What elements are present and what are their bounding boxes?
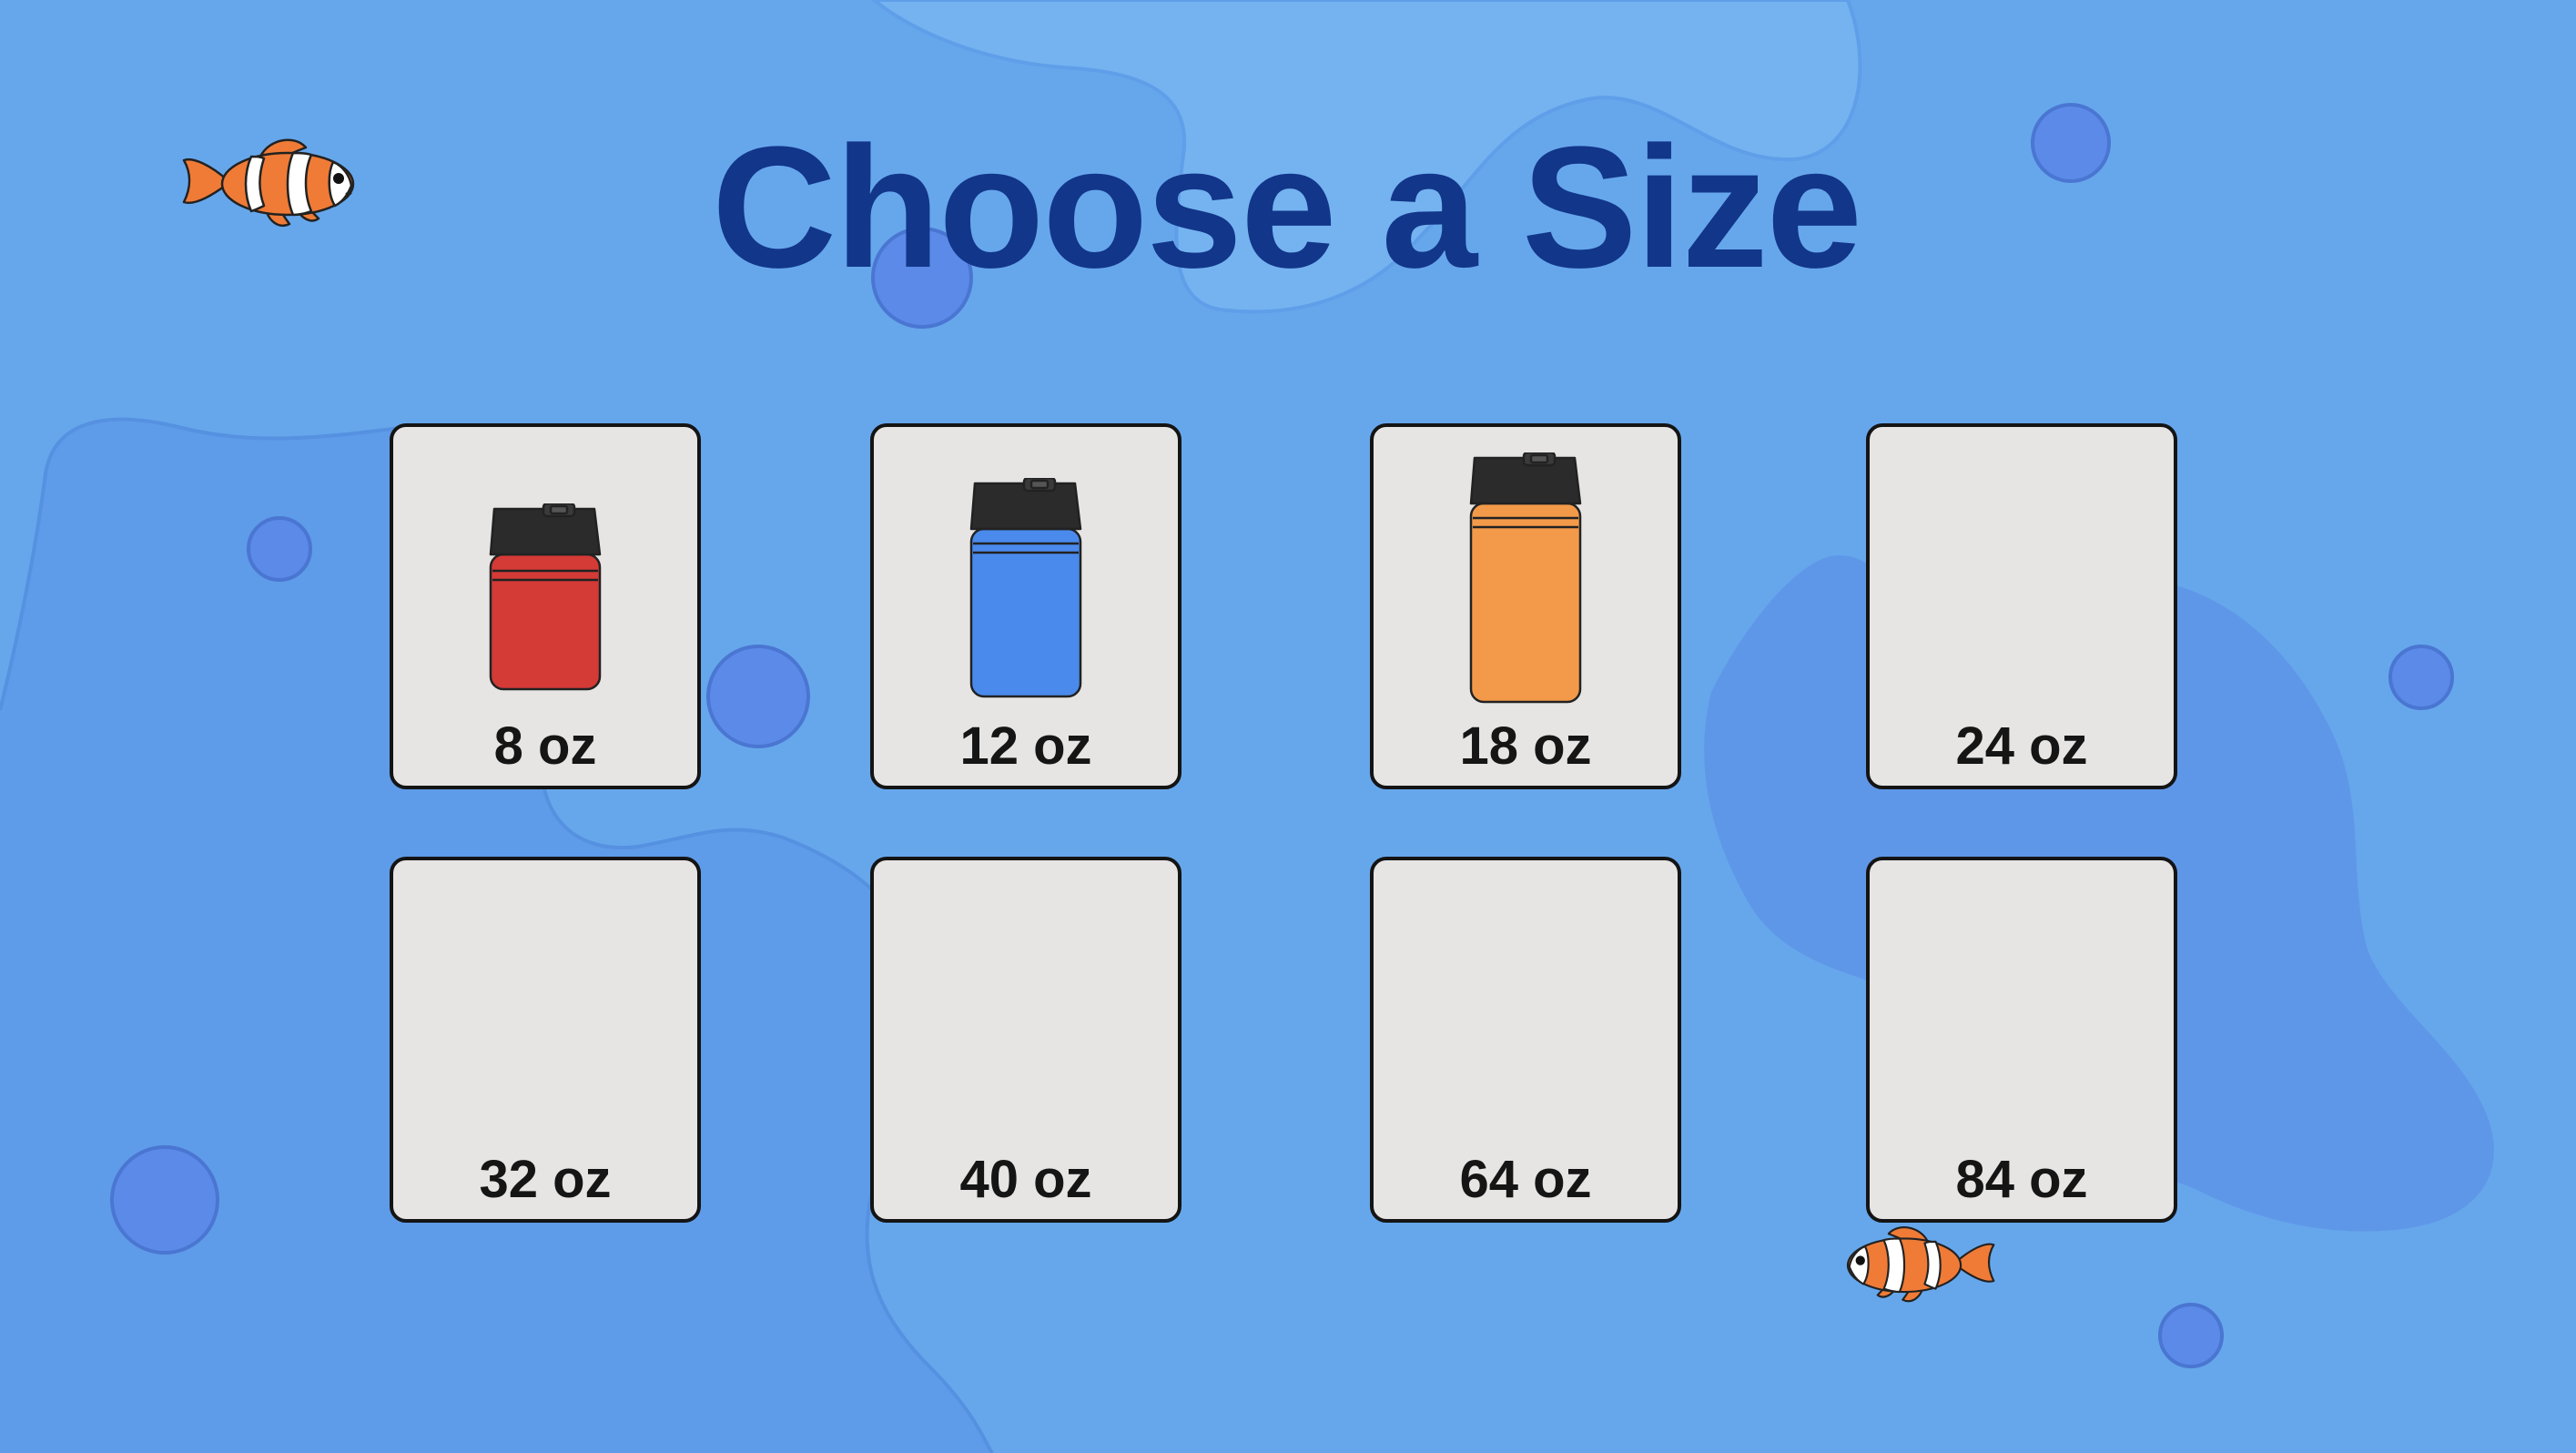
size-card-84oz[interactable]: 84 oz — [1866, 857, 2177, 1223]
size-card-18oz[interactable]: 18 oz — [1370, 423, 1681, 789]
size-card-12oz[interactable]: 12 oz — [870, 423, 1182, 789]
bubble-icon — [2388, 645, 2454, 710]
clownfish-icon — [1846, 1226, 1995, 1303]
bubble-icon — [110, 1145, 219, 1255]
size-card-24oz[interactable]: 24 oz — [1866, 423, 2177, 789]
bubble-icon — [2158, 1303, 2224, 1368]
size-card-40oz[interactable]: 40 oz — [870, 857, 1182, 1223]
bubble-icon — [247, 516, 312, 582]
size-label: 12 oz — [959, 716, 1092, 776]
size-label: 8 oz — [493, 716, 597, 776]
bottle-body — [969, 527, 1082, 698]
size-label: 32 oz — [479, 1150, 612, 1209]
bottle-body — [489, 553, 602, 691]
size-label: 24 oz — [1955, 716, 2088, 776]
size-label: 64 oz — [1459, 1150, 1592, 1209]
size-card-32oz[interactable]: 32 oz — [390, 857, 701, 1223]
size-label: 84 oz — [1955, 1150, 2088, 1209]
size-label: 18 oz — [1459, 716, 1592, 776]
water-bottle-icon — [969, 478, 1082, 698]
clownfish-icon — [182, 138, 355, 227]
water-bottle-icon — [489, 503, 602, 691]
page-title: Choose a Size — [711, 111, 1862, 304]
water-bottle-icon — [1469, 452, 1582, 704]
size-label: 40 oz — [959, 1150, 1092, 1209]
bubble-icon — [706, 645, 810, 748]
size-card-8oz[interactable]: 8 oz — [390, 423, 701, 789]
size-card-64oz[interactable]: 64 oz — [1370, 857, 1681, 1223]
bottle-body — [1469, 502, 1582, 704]
